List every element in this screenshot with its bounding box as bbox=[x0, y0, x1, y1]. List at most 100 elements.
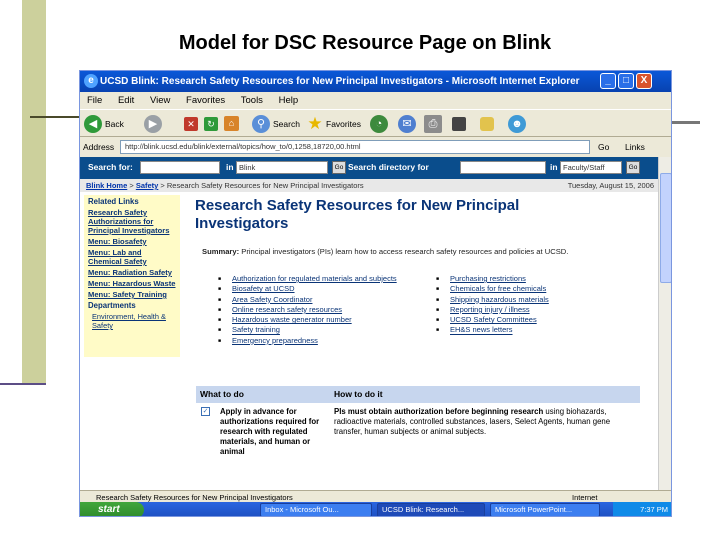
breadcrumb-current: > Research Safety Resources for New Prin… bbox=[158, 181, 364, 190]
menu-view[interactable]: View bbox=[150, 95, 170, 106]
print-icon[interactable]: ⎙ bbox=[424, 115, 442, 133]
search-icon[interactable]: ⚲ bbox=[252, 115, 270, 133]
topic-list-right: Purchasing restrictions Chemicals for fr… bbox=[450, 274, 549, 336]
summary-text: Principal investigators (PIs) learn how … bbox=[241, 247, 569, 256]
summary: Summary: Principal investigators (PIs) l… bbox=[202, 247, 642, 257]
topic-link[interactable]: Safety training bbox=[232, 325, 397, 335]
page-date: Tuesday, August 15, 2006 bbox=[567, 181, 654, 190]
search-label[interactable]: Search bbox=[273, 119, 300, 129]
breadcrumb-home-link[interactable]: Blink Home bbox=[86, 181, 127, 190]
slide: Model for DSC Resource Page on Blink e U… bbox=[0, 0, 720, 540]
site-search-input[interactable] bbox=[140, 161, 220, 174]
topic-list-left: Authorization for regulated materials an… bbox=[232, 274, 397, 346]
topic-link[interactable]: Online research safety resources bbox=[232, 305, 397, 315]
breadcrumb-safety-link[interactable]: Safety bbox=[136, 181, 159, 190]
side-navigation: Related Links Research Safety Authorizat… bbox=[84, 195, 180, 357]
back-icon[interactable]: ◀ bbox=[84, 115, 102, 133]
taskbar-item-inbox[interactable]: Inbox - Microsoft Ou... bbox=[260, 503, 372, 516]
search-in-label: in bbox=[226, 162, 234, 172]
menu-edit[interactable]: Edit bbox=[118, 95, 134, 106]
site-search-go-button[interactable]: Go bbox=[332, 161, 346, 174]
vertical-scrollbar[interactable] bbox=[658, 157, 671, 490]
home-icon[interactable]: ⌂ bbox=[224, 116, 239, 131]
back-label[interactable]: Back bbox=[105, 119, 124, 129]
nav-link-authorizations[interactable]: Research Safety Authorizations for Princ… bbox=[84, 206, 180, 235]
forward-icon[interactable]: ▶ bbox=[144, 115, 162, 133]
checkbox-icon[interactable]: ✓ bbox=[201, 407, 210, 416]
maximize-button[interactable]: □ bbox=[618, 73, 634, 89]
slide-accent-bar bbox=[22, 0, 46, 383]
menu-file[interactable]: File bbox=[87, 95, 102, 106]
window-title: UCSD Blink: Research Safety Resources fo… bbox=[100, 76, 580, 87]
table-header-how: How to do it bbox=[334, 389, 383, 399]
search-for-label: Search for: bbox=[88, 162, 133, 172]
menu-bar: File Edit View Favorites Tools Help bbox=[80, 92, 671, 109]
links-label[interactable]: Links bbox=[625, 138, 645, 156]
nav-link-biosafety[interactable]: Menu: Biosafety bbox=[84, 235, 180, 246]
taskbar-item-powerpoint[interactable]: Microsoft PowerPoint... bbox=[490, 503, 600, 516]
address-label: Address bbox=[83, 142, 115, 152]
discuss-icon[interactable] bbox=[480, 117, 494, 131]
nav-link-radiation-safety[interactable]: Menu: Radiation Safety bbox=[84, 266, 180, 277]
browser-screenshot: e UCSD Blink: Research Safety Resources … bbox=[79, 70, 672, 517]
favorites-star-icon[interactable]: ★ bbox=[306, 115, 324, 133]
table-header: What to do How to do it bbox=[196, 386, 640, 403]
table-row: ✓ Apply in advance for authorizations re… bbox=[196, 404, 640, 490]
menu-favorites[interactable]: Favorites bbox=[186, 95, 225, 106]
window-titlebar: e UCSD Blink: Research Safety Resources … bbox=[80, 71, 671, 92]
search-scope-select[interactable]: Blink bbox=[236, 161, 328, 174]
nav-link-lab-chemical-safety[interactable]: Menu: Lab and Chemical Safety bbox=[84, 246, 180, 266]
stop-icon[interactable]: ✕ bbox=[184, 117, 198, 131]
scrollbar-thumb[interactable] bbox=[660, 173, 671, 283]
summary-label: Summary: bbox=[202, 247, 240, 256]
topic-link[interactable]: Reporting injury / illness bbox=[450, 305, 549, 315]
slide-accent-rule bbox=[0, 383, 46, 385]
system-tray-clock: 7:37 PM bbox=[613, 502, 671, 516]
directory-search-input[interactable] bbox=[460, 161, 546, 174]
history-icon[interactable]: ◔ bbox=[370, 115, 388, 133]
topic-link[interactable]: EH&S news letters bbox=[450, 325, 549, 335]
taskbar: start Inbox - Microsoft Ou... UCSD Blink… bbox=[80, 502, 671, 516]
topic-link[interactable]: UCSD Safety Committees bbox=[450, 315, 549, 325]
topic-link[interactable]: Authorization for regulated materials an… bbox=[232, 274, 397, 284]
directory-scope-select[interactable]: Faculty/Staff bbox=[560, 161, 622, 174]
browser-toolbar: ◀ Back ▶ ✕ ↻ ⌂ ⚲ Search ★ Favorites ◔ ✉ … bbox=[80, 109, 671, 137]
web-page: Search for: in Blink Go Search directory… bbox=[80, 157, 658, 490]
address-input[interactable]: http://blink.ucsd.edu/blink/external/top… bbox=[120, 140, 590, 154]
slide-divider-right bbox=[670, 121, 700, 124]
topic-link[interactable]: Shipping hazardous materials bbox=[450, 295, 549, 305]
directory-in-label: in bbox=[550, 162, 558, 172]
start-button[interactable]: start bbox=[80, 502, 144, 516]
table-cell-how-bold: PIs must obtain authorization before beg… bbox=[334, 407, 544, 416]
breadcrumb: Blink Home > Safety > Research Safety Re… bbox=[80, 179, 658, 192]
refresh-icon[interactable]: ↻ bbox=[204, 117, 218, 131]
table-cell-how: PIs must obtain authorization before beg… bbox=[334, 407, 634, 437]
slide-title: Model for DSC Resource Page on Blink bbox=[178, 32, 552, 54]
menu-tools[interactable]: Tools bbox=[241, 95, 263, 106]
related-links-heading: Related Links bbox=[88, 197, 139, 206]
taskbar-item-blink[interactable]: UCSD Blink: Research... bbox=[377, 503, 485, 516]
nav-link-safety-training[interactable]: Menu: Safety Training bbox=[84, 288, 180, 299]
topic-link[interactable]: Chemicals for free chemicals bbox=[450, 284, 549, 294]
topic-link[interactable]: Biosafety at UCSD bbox=[232, 284, 397, 294]
blink-search-bar: Search for: in Blink Go Search directory… bbox=[80, 157, 658, 179]
edit-icon[interactable] bbox=[452, 117, 466, 131]
mail-icon[interactable]: ✉ bbox=[398, 115, 416, 133]
topic-link[interactable]: Emergency preparedness bbox=[232, 336, 397, 346]
table-header-what: What to do bbox=[200, 389, 244, 399]
nav-link-ehs[interactable]: Environment, Health & Safety bbox=[84, 310, 180, 330]
menu-help[interactable]: Help bbox=[279, 95, 299, 106]
go-button[interactable]: Go bbox=[598, 138, 609, 156]
directory-go-button[interactable]: Go bbox=[626, 161, 640, 174]
minimize-button[interactable]: _ bbox=[600, 73, 616, 89]
nav-link-hazardous-waste[interactable]: Menu: Hazardous Waste bbox=[84, 277, 180, 288]
topic-link[interactable]: Hazardous waste generator number bbox=[232, 315, 397, 325]
table-cell-what: Apply in advance for authorizations requ… bbox=[220, 407, 320, 456]
topic-link[interactable]: Purchasing restrictions bbox=[450, 274, 549, 284]
close-button[interactable]: X bbox=[636, 73, 652, 89]
departments-heading: Departments bbox=[88, 301, 136, 310]
favorites-label[interactable]: Favorites bbox=[326, 119, 361, 129]
topic-link[interactable]: Area Safety Coordinator bbox=[232, 295, 397, 305]
ie-icon: e bbox=[84, 74, 98, 88]
messenger-icon[interactable]: ☻ bbox=[508, 115, 526, 133]
